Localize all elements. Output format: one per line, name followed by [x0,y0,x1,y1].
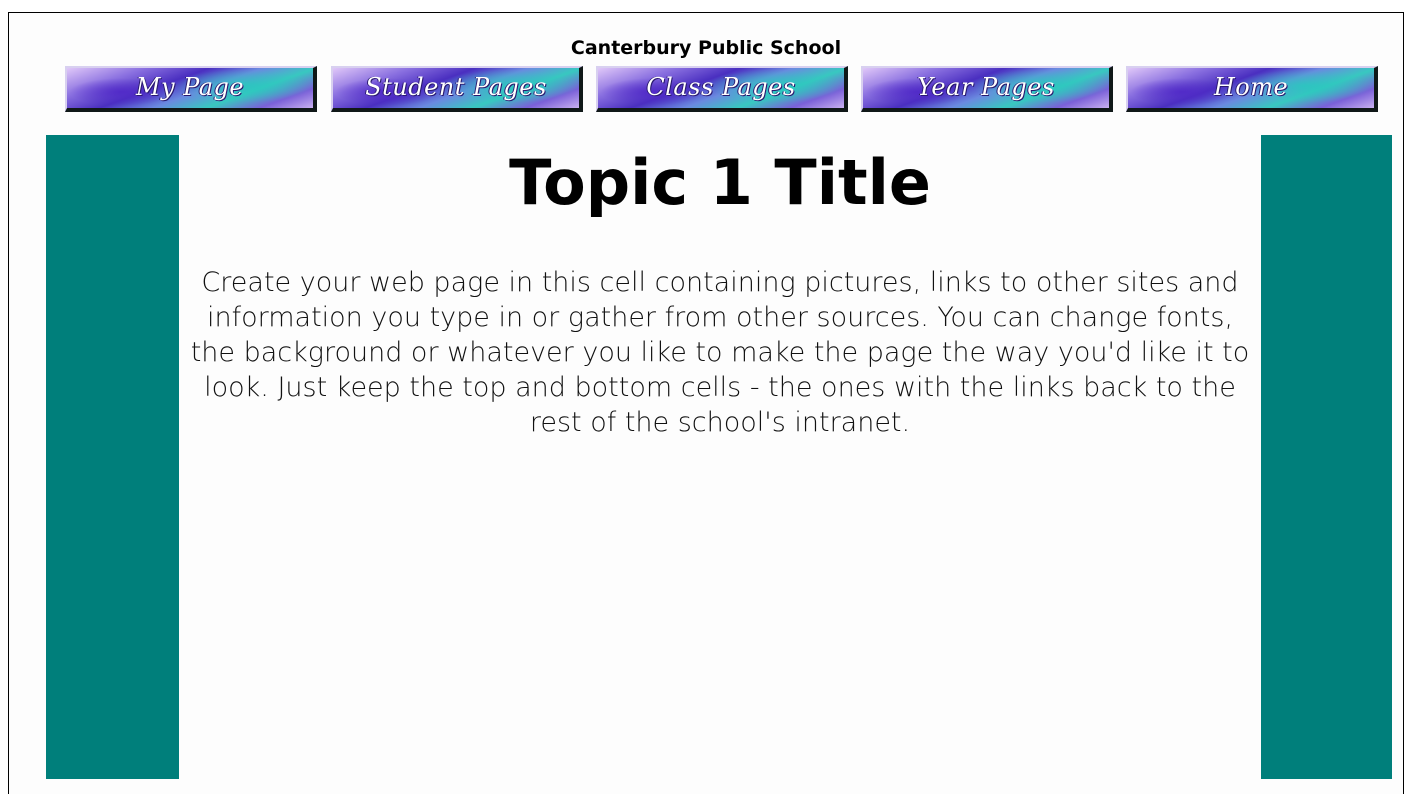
nav-button-label: Year Pages [917,73,1055,101]
nav-button-home[interactable]: Home [1126,66,1378,112]
content-paragraph: Create your web page in this cell contai… [190,267,1250,438]
right-side-bar [1261,135,1392,779]
nav-button-label: Student Pages [365,73,547,101]
nav-button-student-pages[interactable]: Student Pages [331,66,583,112]
nav-button-year-pages[interactable]: Year Pages [861,66,1113,112]
nav-button-label: Class Pages [646,73,796,101]
nav-bar: My Page Student Pages Class Pages Year P… [65,66,1379,114]
left-side-bar [46,135,179,779]
page-frame: Canterbury Public School My Page Student… [8,12,1404,794]
nav-button-label: Home [1213,73,1289,101]
topic-title: Topic 1 Title [509,146,931,219]
school-name: Canterbury Public School [570,37,842,59]
nav-button-label: My Page [135,73,245,101]
nav-button-class-pages[interactable]: Class Pages [596,66,848,112]
content-cell: Topic 1 Title Create your web page in th… [179,135,1261,779]
nav-button-my-page[interactable]: My Page [65,66,317,112]
